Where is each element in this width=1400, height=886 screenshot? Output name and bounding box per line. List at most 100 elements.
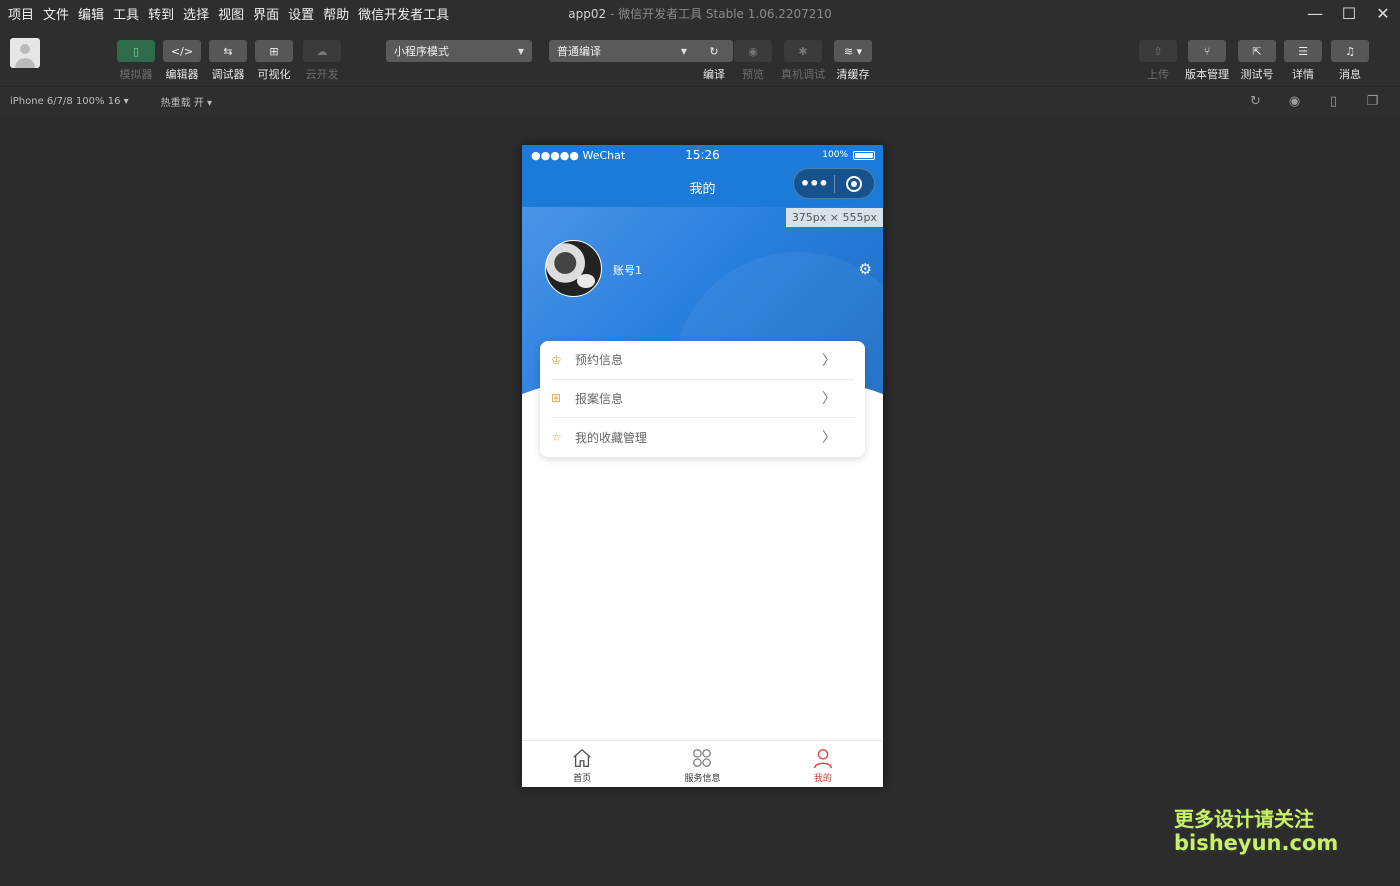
app-subtitle: - 微信开发者工具 Stable 1.06.2207210 <box>606 7 832 21</box>
close-icon[interactable]: ✕ <box>1366 0 1400 26</box>
minimize-icon[interactable]: — <box>1298 0 1332 26</box>
battery-status: 100% <box>822 150 875 160</box>
messages-label: 消息 <box>1339 68 1361 81</box>
test-account-label: 测试号 <box>1240 68 1274 81</box>
test-account-button[interactable]: ⇱ 测试号 <box>1237 40 1277 82</box>
more-icon[interactable]: ••• <box>794 174 834 193</box>
close-miniprogram-icon[interactable] <box>834 175 874 192</box>
user-icon <box>813 749 832 769</box>
star-icon: ☆ <box>551 430 562 445</box>
menu-devtools[interactable]: 微信开发者工具 <box>358 4 449 23</box>
editor-label: 编辑器 <box>165 68 199 81</box>
gear-icon[interactable]: ⚙ <box>859 260 872 278</box>
tab-label: 首页 <box>573 774 592 784</box>
cloud-label: 云开发 <box>305 68 339 81</box>
menu-bar: 项目 文件 编辑 工具 转到 选择 视图 界面 设置 帮助 微信开发者工具 <box>0 4 458 23</box>
upload-button[interactable]: ⇧ 上传 <box>1138 40 1178 82</box>
simulator-toolbar: iPhone 6/7/8 100% 16 ▾ 热重载 开 ▾ ↻ ◉ ▯ ❐ <box>0 86 1400 116</box>
status-bar: ●●●●● WeChat 15:26 100% <box>522 145 883 165</box>
clear-cache-button[interactable]: ≋ ▾ 清缓存 <box>833 40 873 82</box>
simulator-controls: ↻ ◉ ▯ ❐ <box>1236 94 1392 109</box>
services-icon <box>693 749 712 767</box>
home-icon <box>573 748 591 767</box>
window-controls: — ☐ ✕ <box>1298 0 1400 26</box>
editor-button[interactable]: </> 编辑器 <box>162 40 202 82</box>
menu-project[interactable]: 项目 <box>8 4 34 23</box>
size-tooltip: 375px × 555px <box>785 208 883 227</box>
menu-file[interactable]: 文件 <box>43 4 69 23</box>
menu-edit[interactable]: 编辑 <box>78 4 104 23</box>
menu-tools[interactable]: 工具 <box>113 4 139 23</box>
details-label: 详情 <box>1292 68 1314 81</box>
shirt-icon: ♔ <box>551 352 562 367</box>
popout-icon[interactable]: ❐ <box>1353 94 1392 109</box>
menu-goto[interactable]: 转到 <box>148 4 174 23</box>
app-name: app02 <box>568 7 607 21</box>
menu-interface[interactable]: 界面 <box>253 4 279 23</box>
clear-cache-label: 清缓存 <box>836 68 870 81</box>
watermark-line1: 更多设计请关注 <box>1174 807 1314 831</box>
debug-icon: ⇆ <box>209 40 247 62</box>
upload-label: 上传 <box>1147 68 1169 81</box>
compile-button[interactable]: ↻ 编译 <box>694 40 734 82</box>
maximize-icon[interactable]: ☐ <box>1332 0 1366 26</box>
refresh-icon: ↻ <box>695 40 733 62</box>
tab-label: 服务信息 <box>684 774 721 784</box>
battery-icon <box>853 150 875 160</box>
details-button[interactable]: ☰ 详情 <box>1283 40 1323 82</box>
compile-label: 编译 <box>703 68 725 81</box>
hot-reload-select[interactable]: 热重载 开 ▾ <box>161 94 212 109</box>
chevron-right-icon: 〉 <box>822 352 836 369</box>
tab-services[interactable]: 服务信息 <box>642 741 762 787</box>
list-item-favorites[interactable]: ☆ 我的收藏管理 〉 <box>551 418 854 457</box>
list-item-report[interactable]: ⊞ 报案信息 〉 <box>551 380 854 419</box>
device-select[interactable]: iPhone 6/7/8 100% 16 ▾ <box>10 96 129 107</box>
menu-view[interactable]: 视图 <box>218 4 244 23</box>
grid-icon: ⊞ <box>551 391 562 406</box>
debugger-label: 调试器 <box>211 68 245 81</box>
nav-bar: 我的 ••• <box>522 165 883 207</box>
code-icon: </> <box>163 40 201 62</box>
version-label: 版本管理 <box>1185 68 1229 81</box>
username: 账号1 <box>613 264 642 277</box>
battery-percent: 100% <box>822 150 848 160</box>
tab-mine[interactable]: 我的 <box>763 741 883 787</box>
remote-debug-button[interactable]: ✱ 真机调试 <box>781 40 825 82</box>
watermark-line2: bisheyun.com <box>1174 831 1339 855</box>
simulator-button[interactable]: ▯ 模拟器 <box>116 40 156 82</box>
branch-icon: ⑂ <box>1188 40 1226 62</box>
cloud-button[interactable]: ☁ 云开发 <box>302 40 342 82</box>
watermark: 更多设计请关注 bisheyun.com <box>1174 807 1339 856</box>
mode-select-value: 小程序模式 <box>394 45 449 58</box>
menu-settings[interactable]: 设置 <box>288 4 314 23</box>
debugger-button[interactable]: ⇆ 调试器 <box>208 40 248 82</box>
capsule-menu: ••• <box>793 168 875 199</box>
user-avatar-icon[interactable] <box>10 38 40 68</box>
chevron-right-icon: 〉 <box>822 391 836 408</box>
menu-help[interactable]: 帮助 <box>323 4 349 23</box>
bug-icon: ✱ <box>784 40 822 62</box>
compile-select[interactable]: 普通编译 ▼ <box>549 40 695 62</box>
visual-label: 可视化 <box>257 68 291 81</box>
record-icon[interactable]: ◉ <box>1275 94 1314 109</box>
preview-button[interactable]: ◉ 预览 <box>733 40 773 82</box>
menu-select[interactable]: 选择 <box>183 4 209 23</box>
avatar[interactable] <box>545 240 602 297</box>
tab-label: 我的 <box>813 774 832 784</box>
visual-button[interactable]: ⊞ 可视化 <box>254 40 294 82</box>
mode-select[interactable]: 小程序模式 ▼ <box>386 40 532 62</box>
eye-icon: ◉ <box>734 40 772 62</box>
phone-simulator: ●●●●● WeChat 15:26 100% 我的 ••• 375px × 5… <box>522 145 883 787</box>
messages-button[interactable]: ♫ 消息 <box>1330 40 1370 82</box>
rotate-icon[interactable]: ↻ <box>1236 94 1275 109</box>
list-item-label: 报案信息 <box>575 391 624 406</box>
list-item-label: 我的收藏管理 <box>575 430 648 445</box>
version-button[interactable]: ⑂ 版本管理 <box>1185 40 1229 82</box>
tab-home[interactable]: 首页 <box>522 741 642 787</box>
list-item-appointment[interactable]: ♔ 预约信息 〉 <box>551 341 854 380</box>
menu-card: ♔ 预约信息 〉 ⊞ 报案信息 〉 ☆ 我的收藏管理 〉 <box>540 341 865 457</box>
chevron-right-icon: 〉 <box>822 430 836 447</box>
layout-icon: ⊞ <box>255 40 293 62</box>
device-icon[interactable]: ▯ <box>1314 94 1353 109</box>
preview-label: 预览 <box>742 68 764 81</box>
